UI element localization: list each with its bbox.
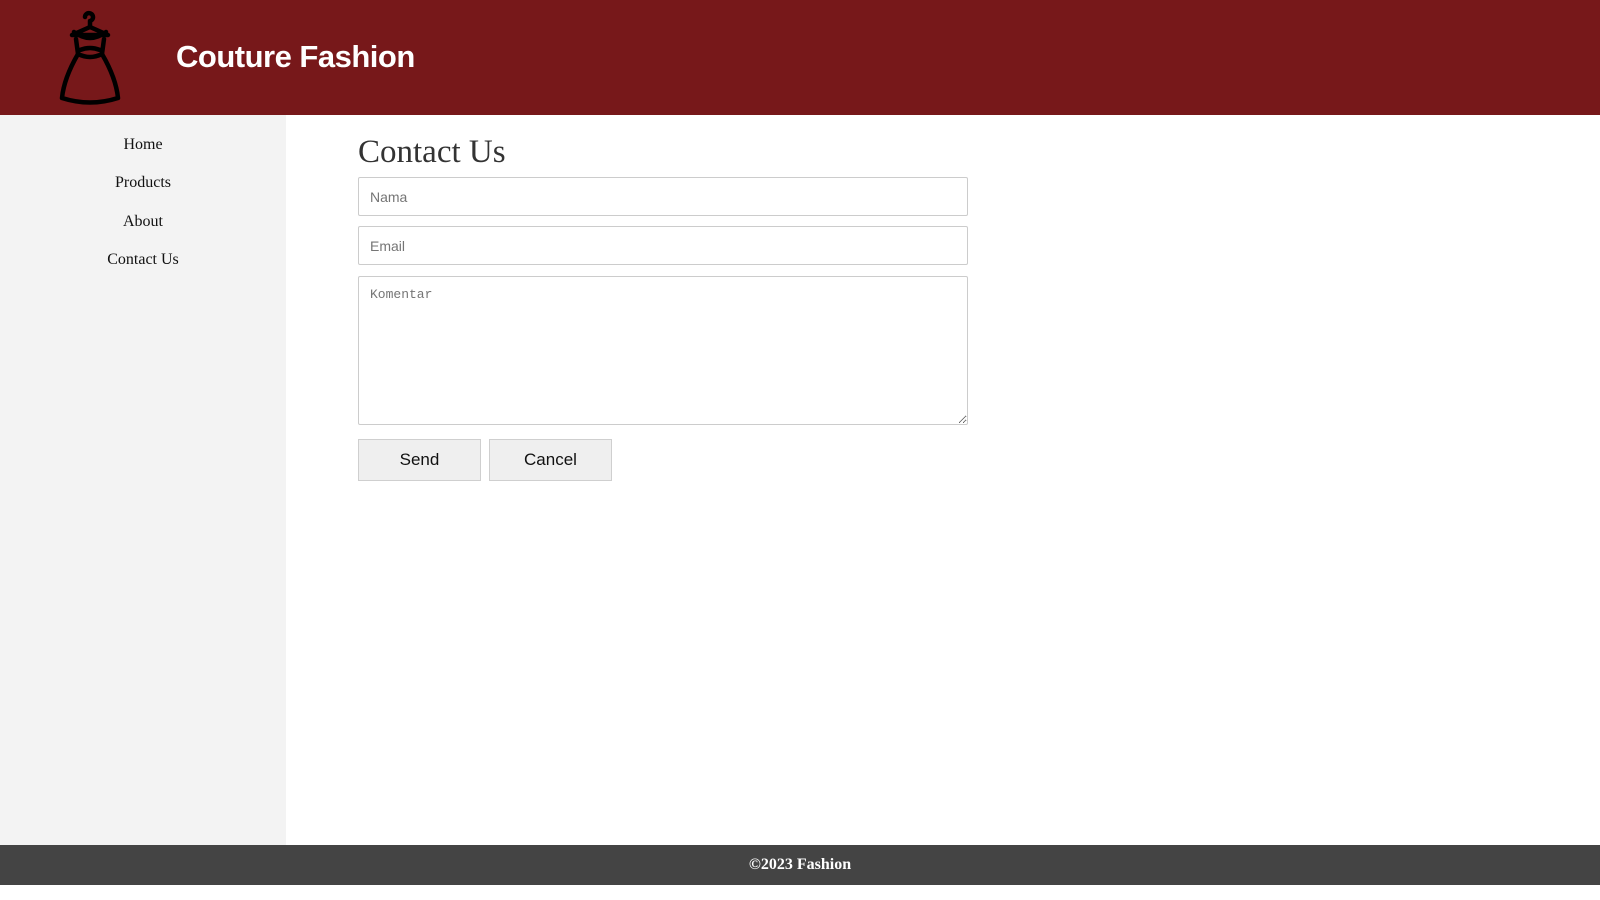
sidebar-item-contact-us[interactable]: Contact Us [0, 250, 286, 270]
copyright-text: ©2023 Fashion [748, 856, 852, 873]
cancel-button[interactable]: Cancel [489, 439, 612, 481]
sidebar-item-products[interactable]: Products [0, 173, 286, 193]
name-field[interactable] [358, 177, 968, 216]
send-button[interactable]: Send [358, 439, 481, 481]
site-header: Couture Fashion [0, 0, 1600, 115]
site-footer: ©2023 Fashion [0, 845, 1600, 885]
site-title: Couture Fashion [176, 39, 415, 74]
dress-hanger-icon [59, 10, 121, 105]
page-title: Contact Us [358, 134, 506, 170]
main-content: Contact Us Send Cancel [286, 115, 1600, 845]
sidebar-item-home[interactable]: Home [0, 135, 286, 155]
email-field[interactable] [358, 226, 968, 265]
sidebar-item-about[interactable]: About [0, 212, 286, 232]
comment-field[interactable] [358, 276, 968, 425]
sidebar-nav: Home Products About Contact Us [0, 115, 286, 845]
